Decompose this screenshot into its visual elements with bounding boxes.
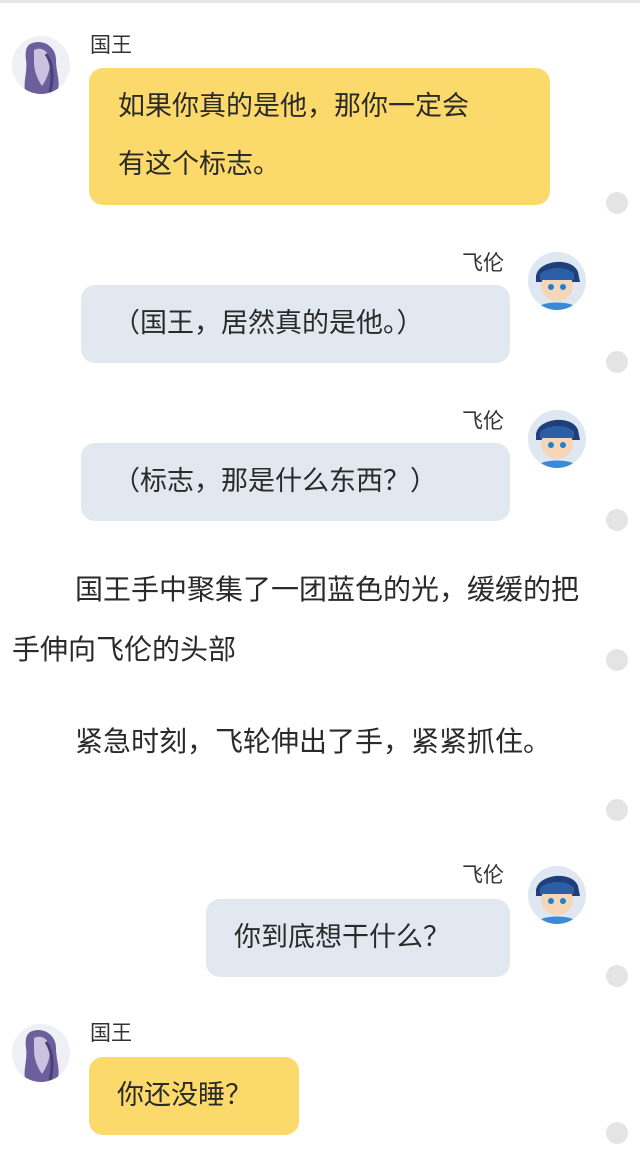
top-divider bbox=[0, 0, 640, 3]
status-dot bbox=[606, 965, 628, 987]
message-bubble[interactable]: （国王，居然真的是他。） bbox=[81, 285, 510, 363]
feilun-avatar[interactable] bbox=[528, 252, 586, 310]
status-dot bbox=[606, 351, 628, 373]
message-text-line: 有这个标志。 bbox=[118, 149, 280, 180]
speaker-name: 国王 bbox=[90, 1021, 132, 1045]
king-avatar[interactable] bbox=[12, 1024, 70, 1082]
message-text: 你到底想干什么？ bbox=[234, 922, 450, 953]
message-text: 你还没睡？ bbox=[117, 1080, 252, 1111]
status-dot bbox=[606, 799, 628, 821]
speaker-name: 飞伦 bbox=[462, 409, 504, 433]
status-dot bbox=[606, 509, 628, 531]
feilun-avatar[interactable] bbox=[528, 410, 586, 468]
message-bubble[interactable]: 你还没睡？ bbox=[89, 1057, 299, 1135]
status-dot bbox=[606, 649, 628, 671]
message-bubble[interactable]: 如果你真的是他，那你一定会 有这个标志。 bbox=[89, 68, 550, 205]
king-avatar[interactable] bbox=[12, 36, 70, 94]
message-bubble[interactable]: （标志，那是什么东西？） bbox=[81, 443, 510, 521]
feilun-avatar[interactable] bbox=[528, 866, 586, 924]
status-dot bbox=[606, 1122, 628, 1144]
speaker-name: 国王 bbox=[90, 33, 132, 57]
speaker-name: 飞伦 bbox=[462, 863, 504, 887]
message-text-line: 如果你真的是他，那你一定会 bbox=[118, 91, 469, 122]
message-text: （标志，那是什么东西？） bbox=[113, 466, 437, 497]
speaker-name: 飞伦 bbox=[462, 251, 504, 275]
narration-paragraph: 紧急时刻，飞轮伸出了手，紧紧抓住。 bbox=[75, 725, 552, 758]
message-bubble[interactable]: 你到底想干什么？ bbox=[206, 899, 510, 977]
narration-paragraph: 国王手中聚集了一团蓝色的光，缓缓的把手伸向飞伦的头部 bbox=[12, 573, 580, 666]
status-dot bbox=[606, 192, 628, 214]
message-text: （国王，居然真的是他。） bbox=[113, 308, 424, 339]
